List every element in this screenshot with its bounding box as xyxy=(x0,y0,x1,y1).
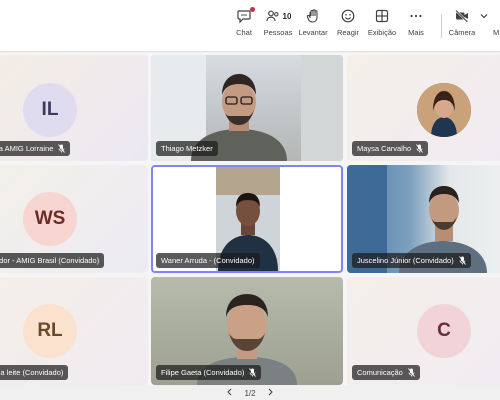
chat-icon xyxy=(236,6,255,26)
camera-label: Câmera xyxy=(448,28,476,37)
avatar: RL xyxy=(23,304,77,358)
participant-tile[interactable]: C Comunicação xyxy=(347,277,500,385)
avatar: IL xyxy=(23,83,77,137)
meeting-toolbar: Chat 10 Pessoas Levantar Reagir Exibição… xyxy=(0,0,500,52)
participant-name: ador - AMIG Brasil (Convidado) xyxy=(0,256,100,265)
mic-muted-icon xyxy=(416,144,424,153)
toolbar-divider xyxy=(441,14,442,38)
participant-name: Waner Arruda - (Convidado) xyxy=(161,256,255,265)
more-label: Mais xyxy=(408,28,424,37)
grid-view-icon xyxy=(374,6,390,26)
mic-muted-icon xyxy=(407,368,415,377)
participant-tile[interactable]: WS ador - AMIG Brasil (Convidado) xyxy=(0,165,148,273)
participant-name-tag: Thiago Metzker xyxy=(156,141,218,156)
chat-label: Chat xyxy=(236,28,252,37)
avatar: C xyxy=(417,304,471,358)
participant-name: Thiago Metzker xyxy=(161,144,213,153)
participant-tile[interactable]: Thiago Metzker xyxy=(151,55,343,161)
people-count: 10 xyxy=(282,11,292,21)
people-label: Pessoas xyxy=(263,28,293,37)
react-button[interactable]: Reagir xyxy=(334,6,362,50)
participant-name: Maysa Carvalho xyxy=(357,144,412,153)
camera-options-button[interactable] xyxy=(478,6,490,50)
prev-page-icon[interactable] xyxy=(226,388,234,398)
raise-hand-icon xyxy=(305,6,321,26)
people-icon: 10 xyxy=(265,6,292,26)
participant-tile[interactable]: Maysa Carvalho xyxy=(347,55,500,161)
participant-name-tag: Waner Arruda - (Convidado) xyxy=(156,253,260,268)
mic-label: M xyxy=(493,28,500,37)
participant-name-tag: Juscelino Júnior (Convidado) xyxy=(352,253,471,268)
participant-tile[interactable]: IL sa AMIG Lorraine xyxy=(0,55,148,161)
participant-tile[interactable]: RL sia leite (Convidado) xyxy=(0,277,148,385)
unread-badge xyxy=(250,7,255,12)
more-icon xyxy=(408,6,424,26)
chevron-down-icon xyxy=(479,6,489,26)
participant-name: sa AMIG Lorraine xyxy=(0,144,54,153)
mic-muted-icon xyxy=(249,368,257,377)
raise-hand-button[interactable]: Levantar xyxy=(298,6,328,50)
participant-name: sia leite (Convidado) xyxy=(0,368,64,377)
participant-name-tag: sia leite (Convidado) xyxy=(0,365,69,380)
participant-name-tag: Maysa Carvalho xyxy=(352,141,429,156)
participant-name: Comunicação xyxy=(357,368,403,377)
raise-hand-label: Levantar xyxy=(298,28,328,37)
mic-muted-icon xyxy=(58,144,66,153)
camera-off-icon xyxy=(454,6,470,26)
chat-button[interactable]: Chat xyxy=(230,6,258,50)
participant-tile[interactable]: Filipe Gaeta (Convidado) xyxy=(151,277,343,385)
participant-name: Juscelino Júnior (Convidado) xyxy=(357,256,454,265)
people-button[interactable]: 10 Pessoas xyxy=(264,6,292,50)
participant-name-tag: Filipe Gaeta (Convidado) xyxy=(156,365,262,380)
participant-tile[interactable]: Waner Arruda - (Convidado) xyxy=(151,165,343,273)
pagination: 1/2 xyxy=(0,386,500,400)
more-button[interactable]: Mais xyxy=(404,6,428,50)
avatar: WS xyxy=(23,192,77,246)
view-button[interactable]: Exibição xyxy=(367,6,397,50)
smiley-icon xyxy=(340,6,356,26)
participant-name-tag: ador - AMIG Brasil (Convidado) xyxy=(0,253,105,268)
camera-button[interactable]: Câmera xyxy=(448,6,476,50)
participant-name: Filipe Gaeta (Convidado) xyxy=(161,368,245,377)
view-label: Exibição xyxy=(367,28,397,37)
next-page-icon[interactable] xyxy=(266,388,274,398)
page-indicator: 1/2 xyxy=(244,388,256,398)
avatar xyxy=(417,83,471,137)
participant-tile[interactable]: Juscelino Júnior (Convidado) xyxy=(347,165,500,273)
participant-name-tag: sa AMIG Lorraine xyxy=(0,141,71,156)
video-grid: IL sa AMIG Lorraine Thiago Metzker Maysa… xyxy=(0,53,500,385)
react-label: Reagir xyxy=(336,28,360,37)
mic-muted-icon xyxy=(458,256,466,265)
participant-name-tag: Comunicação xyxy=(352,365,420,380)
mic-button[interactable]: M xyxy=(493,6,500,50)
